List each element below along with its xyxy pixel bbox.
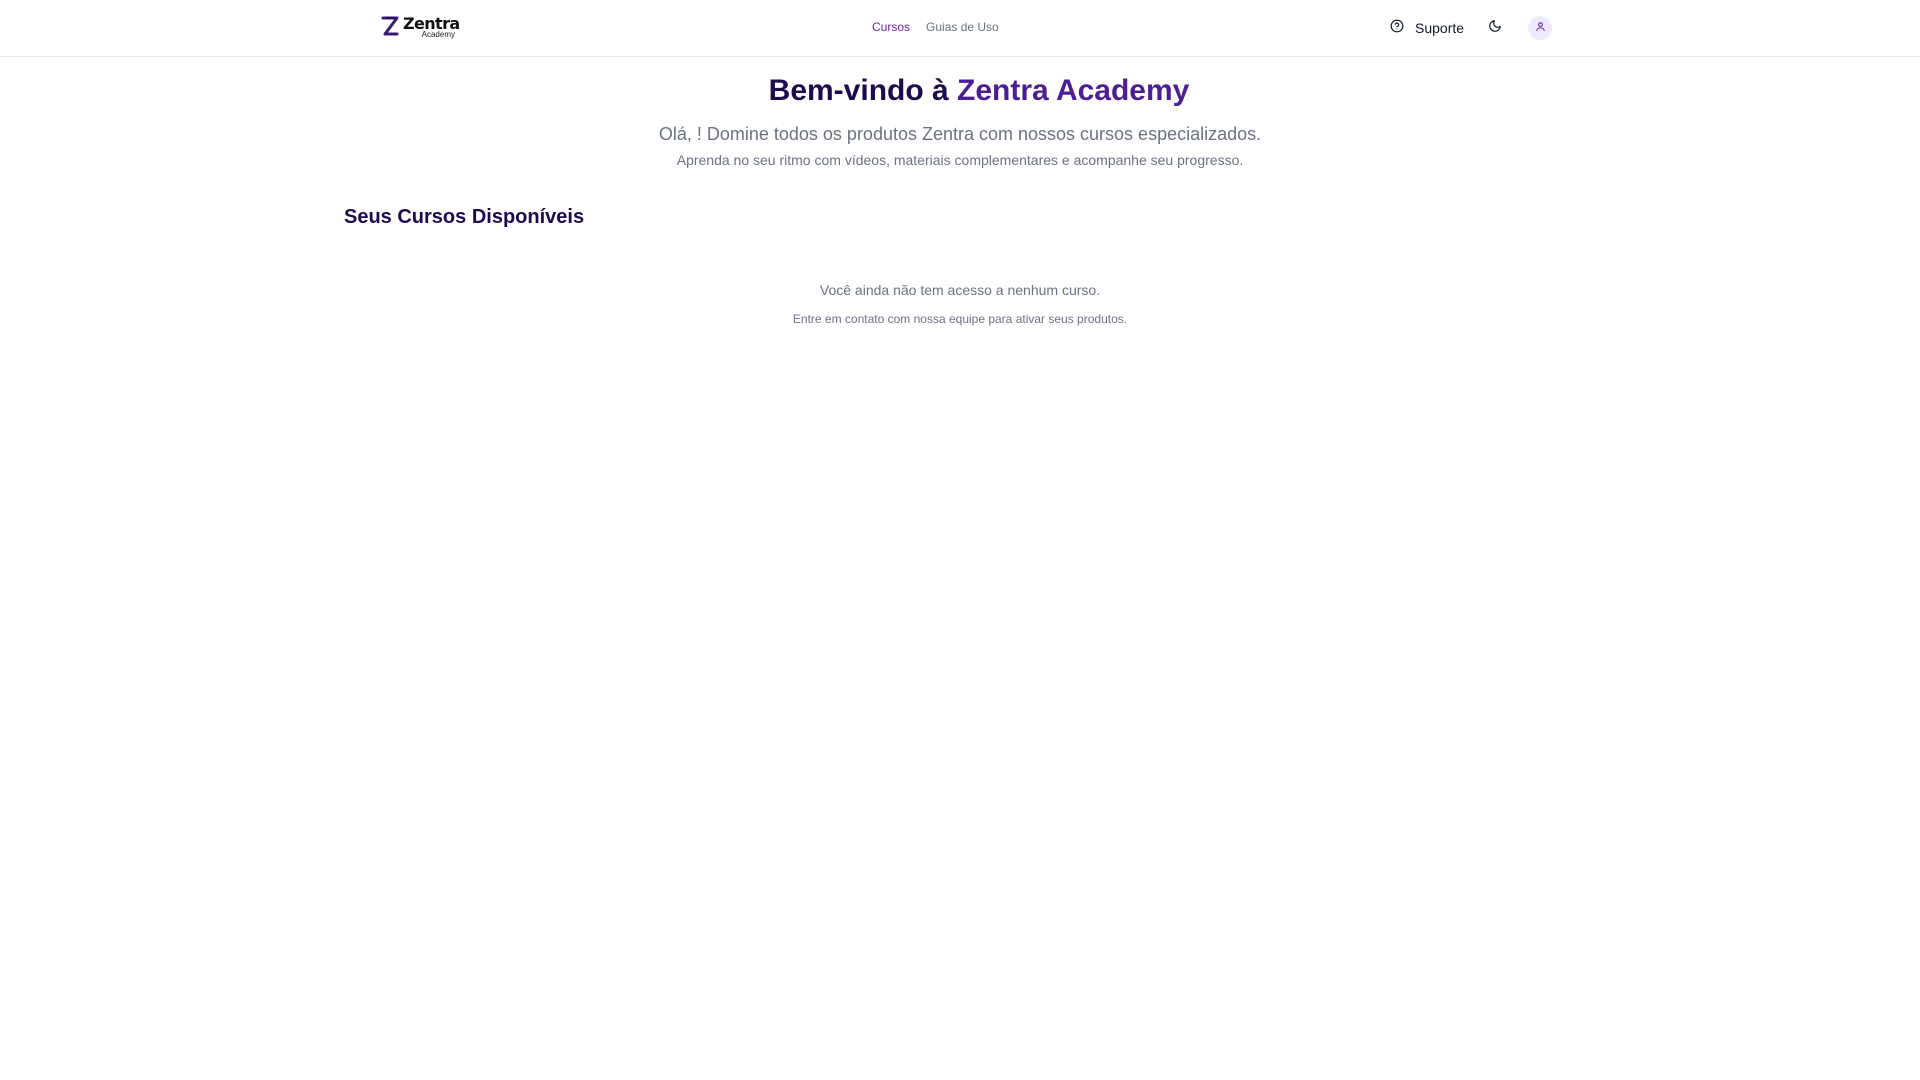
- empty-courses-hint: Entre em contato com nossa equipe para a…: [792, 312, 1128, 326]
- page-title: Bem-vindo à Zentra Academy: [38, 72, 1920, 110]
- nav-link-guias-de-uso[interactable]: Guias de Uso: [926, 20, 999, 34]
- welcome-subtitle: Olá, ! Domine todos os produtos Zentra c…: [658, 124, 1262, 144]
- logo-subtitle: Academy: [421, 30, 455, 39]
- welcome-hero: Bem-vindo à Zentra Academy Olá, ! Domine…: [0, 72, 1920, 169]
- main-nav: Cursos Guias de Uso: [872, 20, 999, 34]
- zentra-academy-logo[interactable]: Zentra Academy: [380, 12, 460, 40]
- nav-link-cursos[interactable]: Cursos: [872, 20, 910, 34]
- user-icon: [1535, 19, 1546, 37]
- title-brand: Zentra Academy: [957, 74, 1190, 107]
- user-avatar-button[interactable]: [1528, 16, 1552, 40]
- welcome-description: Aprenda no seu ritmo com vídeos, materia…: [676, 152, 1244, 168]
- zentra-logo-icon: [381, 16, 399, 36]
- support-button[interactable]: Suporte: [1390, 18, 1464, 38]
- support-label: Suporte: [1415, 20, 1465, 36]
- theme-toggle-button[interactable]: [1486, 19, 1504, 37]
- title-prefix: Bem-vindo à: [768, 74, 958, 107]
- empty-courses-message: Você ainda não tem acesso a nenhum curso…: [819, 282, 1101, 298]
- courses-section-title: Seus Cursos Disponíveis: [344, 206, 585, 228]
- moon-icon: [1488, 19, 1502, 38]
- top-navigation-bar: Zentra Academy Cursos Guias de Uso Supor…: [0, 0, 1920, 57]
- empty-courses-state: Você ainda não tem acesso a nenhum curso…: [0, 281, 1920, 327]
- logo-text: Zentra Academy: [403, 12, 460, 40]
- help-circle-icon: [1390, 19, 1404, 38]
